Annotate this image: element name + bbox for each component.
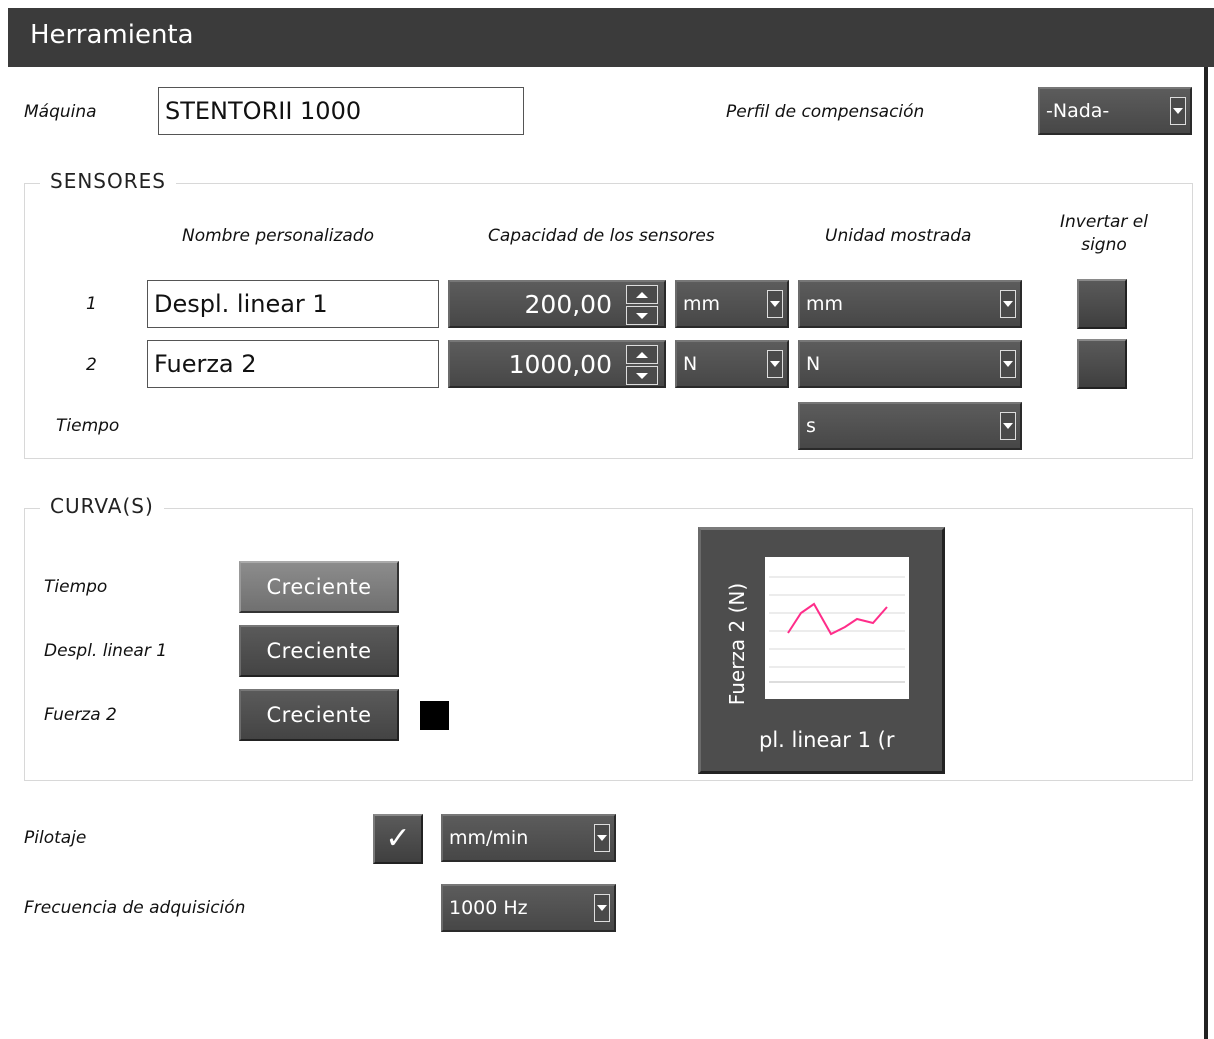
sensor-name-input[interactable]: Despl. linear 1: [147, 280, 439, 328]
sensor-name-value: Despl. linear 1: [154, 290, 328, 318]
capacity-unit-select[interactable]: mm: [675, 280, 789, 328]
capacity-unit-value: N: [683, 353, 698, 375]
chevron-down-icon: [1000, 412, 1016, 440]
invert-sign-toggle[interactable]: [1077, 279, 1127, 329]
compensation-label: Perfil de compensación: [726, 102, 925, 122]
sensor-name-input[interactable]: Fuerza 2: [147, 340, 439, 388]
pilotaje-unit-select[interactable]: mm/min: [441, 814, 616, 862]
title-bar: Herramienta: [8, 8, 1214, 67]
chart-thumbnail: [765, 557, 909, 699]
capacity-input[interactable]: 1000,00: [448, 340, 666, 388]
machine-value: STENTORII 1000: [165, 97, 362, 125]
invert-sign-toggle[interactable]: [1077, 339, 1127, 389]
window-border: [1204, 67, 1208, 1039]
capacity-unit-value: mm: [683, 293, 721, 315]
header-name: Nombre personalizado: [182, 226, 374, 246]
display-unit-value: mm: [806, 293, 844, 315]
chevron-down-icon: [594, 824, 610, 852]
header-invert-line2: signo: [1081, 235, 1127, 255]
curve-order-label: Creciente: [266, 703, 372, 727]
curve-label: Tiempo: [44, 577, 108, 597]
curve-order-label: Creciente: [266, 575, 372, 599]
sensors-title: SENSORES: [40, 169, 176, 193]
frequency-select[interactable]: 1000 Hz: [441, 884, 616, 932]
spin-up-icon[interactable]: [626, 345, 658, 364]
machine-label: Máquina: [24, 102, 97, 122]
capacity-unit-select[interactable]: N: [675, 340, 789, 388]
spin-up-icon[interactable]: [626, 285, 658, 304]
spinner[interactable]: [626, 285, 658, 325]
header-unit: Unidad mostrada: [825, 226, 972, 246]
curve-label: Fuerza 2: [44, 705, 117, 725]
chevron-down-icon: [767, 350, 783, 378]
time-unit-select[interactable]: s: [798, 402, 1022, 450]
curve-order-button[interactable]: Creciente: [239, 689, 399, 741]
chevron-down-icon: [594, 894, 610, 922]
spinner[interactable]: [626, 345, 658, 385]
curve-color-swatch[interactable]: [420, 701, 449, 730]
time-unit-value: s: [806, 415, 816, 437]
compensation-value: -Nada-: [1046, 100, 1110, 122]
capacity-value: 1000,00: [508, 349, 612, 379]
chevron-down-icon: [1000, 350, 1016, 378]
chart-y-label: Fuerza 2 (N): [725, 582, 749, 706]
spin-down-icon[interactable]: [626, 306, 658, 325]
checkmark-icon: ✓: [385, 821, 411, 856]
sensor-index: 1: [86, 294, 97, 314]
machine-input[interactable]: STENTORII 1000: [158, 87, 524, 135]
compensation-select[interactable]: -Nada-: [1038, 87, 1192, 135]
chevron-down-icon: [1170, 97, 1186, 125]
curve-order-button[interactable]: Creciente: [239, 625, 399, 677]
spin-down-icon[interactable]: [626, 366, 658, 385]
curve-preview-button[interactable]: Fuerza 2 (N) pl. linear 1 (r: [698, 527, 945, 774]
frequency-value: 1000 Hz: [449, 897, 528, 919]
time-label: Tiempo: [56, 416, 120, 436]
frequency-label: Frecuencia de adquisición: [24, 898, 246, 918]
pilotaje-unit-value: mm/min: [449, 827, 529, 849]
display-unit-value: N: [806, 353, 821, 375]
header-invert-line1: Invertar el: [1060, 212, 1148, 232]
sensor-name-value: Fuerza 2: [154, 350, 257, 378]
header-capacity: Capacidad de los sensores: [488, 226, 715, 246]
window-title: Herramienta: [30, 20, 194, 50]
pilotaje-checkbox[interactable]: ✓: [373, 814, 423, 864]
curve-order-button[interactable]: Creciente: [239, 561, 399, 613]
capacity-input[interactable]: 200,00: [448, 280, 666, 328]
display-unit-select[interactable]: N: [798, 340, 1022, 388]
chevron-down-icon: [767, 290, 783, 318]
curves-group: [24, 508, 1193, 781]
chart-x-label: pl. linear 1 (r: [759, 728, 895, 752]
chevron-down-icon: [1000, 290, 1016, 318]
curve-order-label: Creciente: [266, 639, 372, 663]
capacity-value: 200,00: [524, 289, 612, 319]
pilotaje-label: Pilotaje: [24, 828, 87, 848]
display-unit-select[interactable]: mm: [798, 280, 1022, 328]
curves-title: CURVA(S): [40, 494, 164, 518]
chart-series-line: [787, 602, 888, 636]
header-invert: Invertar el signo: [1044, 212, 1164, 255]
chart-thumbnail-svg: [769, 576, 905, 683]
curve-label: Despl. linear 1: [44, 641, 168, 661]
sensor-index: 2: [86, 355, 97, 375]
